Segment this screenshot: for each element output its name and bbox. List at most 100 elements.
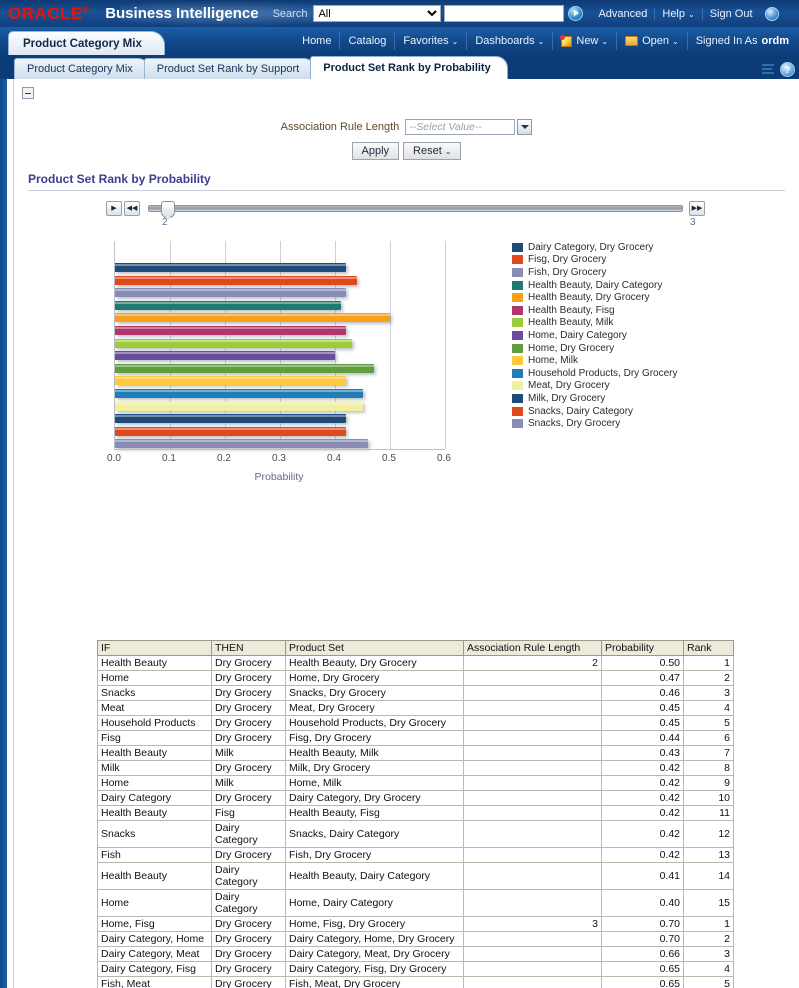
sign-out-link[interactable]: Sign Out: [702, 8, 760, 20]
table-row[interactable]: MilkDry GroceryMilk, Dry Grocery0.428: [98, 761, 734, 776]
table-row[interactable]: FisgDry GroceryFisg, Dry Grocery0.446: [98, 731, 734, 746]
chevron-down-icon[interactable]: [517, 119, 532, 135]
slider-forward-button[interactable]: ▶▶: [689, 201, 705, 216]
table-row[interactable]: Household ProductsDry GroceryHousehold P…: [98, 716, 734, 731]
legend-item[interactable]: Household Products, Dry Grocery: [512, 367, 678, 380]
col-then[interactable]: THEN: [212, 641, 286, 656]
legend-item[interactable]: Fisg, Dry Grocery: [512, 254, 678, 267]
help-link[interactable]: Help⌄: [654, 8, 701, 20]
col-if[interactable]: IF: [98, 641, 212, 656]
cell-rank: 14: [684, 863, 734, 890]
table-row[interactable]: Dairy Category, HomeDry GroceryDairy Cat…: [98, 932, 734, 947]
slider-track[interactable]: [148, 205, 683, 212]
chart-bar[interactable]: [115, 351, 335, 360]
tab-product-set-rank-by-support[interactable]: Product Set Rank by Support: [144, 58, 316, 79]
cell-rank: 8: [684, 761, 734, 776]
cell-then: Dry Grocery: [212, 848, 286, 863]
chart-bar[interactable]: [115, 389, 363, 398]
page-options-icon[interactable]: [762, 63, 776, 76]
legend-item[interactable]: Milk, Dry Grocery: [512, 392, 678, 405]
rule-length-slider[interactable]: ▶ ◀◀ ▶▶: [106, 199, 799, 217]
slider-value-label: 2: [162, 217, 168, 228]
col-rank[interactable]: Rank: [684, 641, 734, 656]
table-row[interactable]: Health BeautyDairy CategoryHealth Beauty…: [98, 863, 734, 890]
legend-swatch-icon: [512, 394, 523, 403]
cell-rank: 1: [684, 917, 734, 932]
table-row[interactable]: Health BeautyFisgHealth Beauty, Fisg0.42…: [98, 806, 734, 821]
search-input[interactable]: [444, 5, 564, 22]
col-probability[interactable]: Probability: [602, 641, 684, 656]
chart-bar[interactable]: [115, 326, 346, 335]
slider-handle[interactable]: [161, 201, 175, 218]
legend-item[interactable]: Home, Dairy Category: [512, 329, 678, 342]
col-association-rule-length[interactable]: Association Rule Length: [464, 641, 602, 656]
nav-catalog[interactable]: Catalog: [339, 32, 394, 50]
legend-item[interactable]: Health Beauty, Dry Grocery: [512, 291, 678, 304]
legend-item[interactable]: Snacks, Dry Grocery: [512, 417, 678, 430]
tab-product-category-mix[interactable]: Product Category Mix: [14, 58, 150, 79]
legend-label: Health Beauty, Fisg: [528, 305, 615, 316]
chart-bar[interactable]: [115, 364, 374, 373]
table-row[interactable]: HomeDry GroceryHome, Dry Grocery0.472: [98, 671, 734, 686]
legend-item[interactable]: Health Beauty, Fisg: [512, 304, 678, 317]
cell-rank: 6: [684, 731, 734, 746]
chart-bar[interactable]: [115, 376, 346, 385]
dashboard-name-tab[interactable]: Product Category Mix: [8, 31, 165, 55]
table-row[interactable]: Dairy Category, MeatDry GroceryDairy Cat…: [98, 947, 734, 962]
tab-product-set-rank-by-probability[interactable]: Product Set Rank by Probability: [310, 56, 507, 79]
legend-item[interactable]: Health Beauty, Milk: [512, 317, 678, 330]
table-row[interactable]: FishDry GroceryFish, Dry Grocery0.4213: [98, 848, 734, 863]
reset-button[interactable]: Reset⌄: [403, 142, 461, 160]
legend-item[interactable]: Home, Dry Grocery: [512, 342, 678, 355]
col-product-set[interactable]: Product Set: [286, 641, 464, 656]
chart-x-tick: 0.0: [107, 453, 121, 464]
cell-then: Dry Grocery: [212, 671, 286, 686]
table-row[interactable]: SnacksDairy CategorySnacks, Dairy Catego…: [98, 821, 734, 848]
legend-item[interactable]: Fish, Dry Grocery: [512, 266, 678, 279]
table-row[interactable]: Home, FisgDry GroceryHome, Fisg, Dry Gro…: [98, 917, 734, 932]
slider-rewind-button[interactable]: ◀◀: [124, 201, 140, 216]
table-row[interactable]: HomeMilkHome, Milk0.429: [98, 776, 734, 791]
table-row[interactable]: SnacksDry GrocerySnacks, Dry Grocery0.46…: [98, 686, 734, 701]
legend-item[interactable]: Dairy Category, Dry Grocery: [512, 241, 678, 254]
cell-rank: 13: [684, 848, 734, 863]
chart-bar[interactable]: [115, 276, 357, 285]
chart-bar[interactable]: [115, 263, 346, 272]
chart-bar[interactable]: [115, 439, 368, 448]
chart-bar[interactable]: [115, 414, 346, 423]
table-row[interactable]: HomeDairy CategoryHome, Dairy Category0.…: [98, 890, 734, 917]
association-rule-length-input[interactable]: --Select Value--: [405, 119, 515, 135]
cell-probability: 0.45: [602, 716, 684, 731]
nav-open[interactable]: Open⌄: [616, 32, 687, 50]
slider-play-button[interactable]: ▶: [106, 201, 122, 216]
chart-bar[interactable]: [115, 339, 352, 348]
table-row[interactable]: Health BeautyDry GroceryHealth Beauty, D…: [98, 656, 734, 671]
advanced-link[interactable]: Advanced: [591, 8, 654, 20]
legend-swatch-icon: [512, 344, 523, 353]
help-info-icon[interactable]: ?: [780, 62, 795, 77]
nav-dashboards[interactable]: Dashboards⌄: [466, 32, 552, 50]
chart-bar[interactable]: [115, 427, 346, 436]
legend-item[interactable]: Home, Milk: [512, 354, 678, 367]
apply-button[interactable]: Apply: [352, 142, 400, 160]
legend-item[interactable]: Snacks, Dairy Category: [512, 405, 678, 418]
search-go-icon[interactable]: [568, 6, 583, 21]
table-row[interactable]: Dairy Category, FisgDry GroceryDairy Cat…: [98, 962, 734, 977]
table-row[interactable]: MeatDry GroceryMeat, Dry Grocery0.454: [98, 701, 734, 716]
header-round-icon[interactable]: [765, 7, 779, 21]
table-row[interactable]: Dairy CategoryDry GroceryDairy Category,…: [98, 791, 734, 806]
chart-bar[interactable]: [115, 301, 341, 310]
nav-favorites[interactable]: Favorites⌄: [394, 32, 466, 50]
search-scope-select[interactable]: All: [313, 5, 441, 22]
legend-item[interactable]: Meat, Dry Grocery: [512, 380, 678, 393]
chart-bar[interactable]: [115, 288, 346, 297]
slider-tick-labels: 2 3: [106, 217, 799, 229]
table-row[interactable]: Fish, MeatDry GroceryFish, Meat, Dry Gro…: [98, 977, 734, 988]
chart-bar[interactable]: [115, 402, 363, 411]
collapse-minus-icon[interactable]: [22, 87, 34, 99]
nav-new[interactable]: New⌄: [552, 32, 616, 50]
table-row[interactable]: Health BeautyMilkHealth Beauty, Milk0.43…: [98, 746, 734, 761]
legend-item[interactable]: Health Beauty, Dairy Category: [512, 279, 678, 292]
chart-bar[interactable]: [115, 313, 390, 322]
nav-home[interactable]: Home: [294, 32, 339, 50]
